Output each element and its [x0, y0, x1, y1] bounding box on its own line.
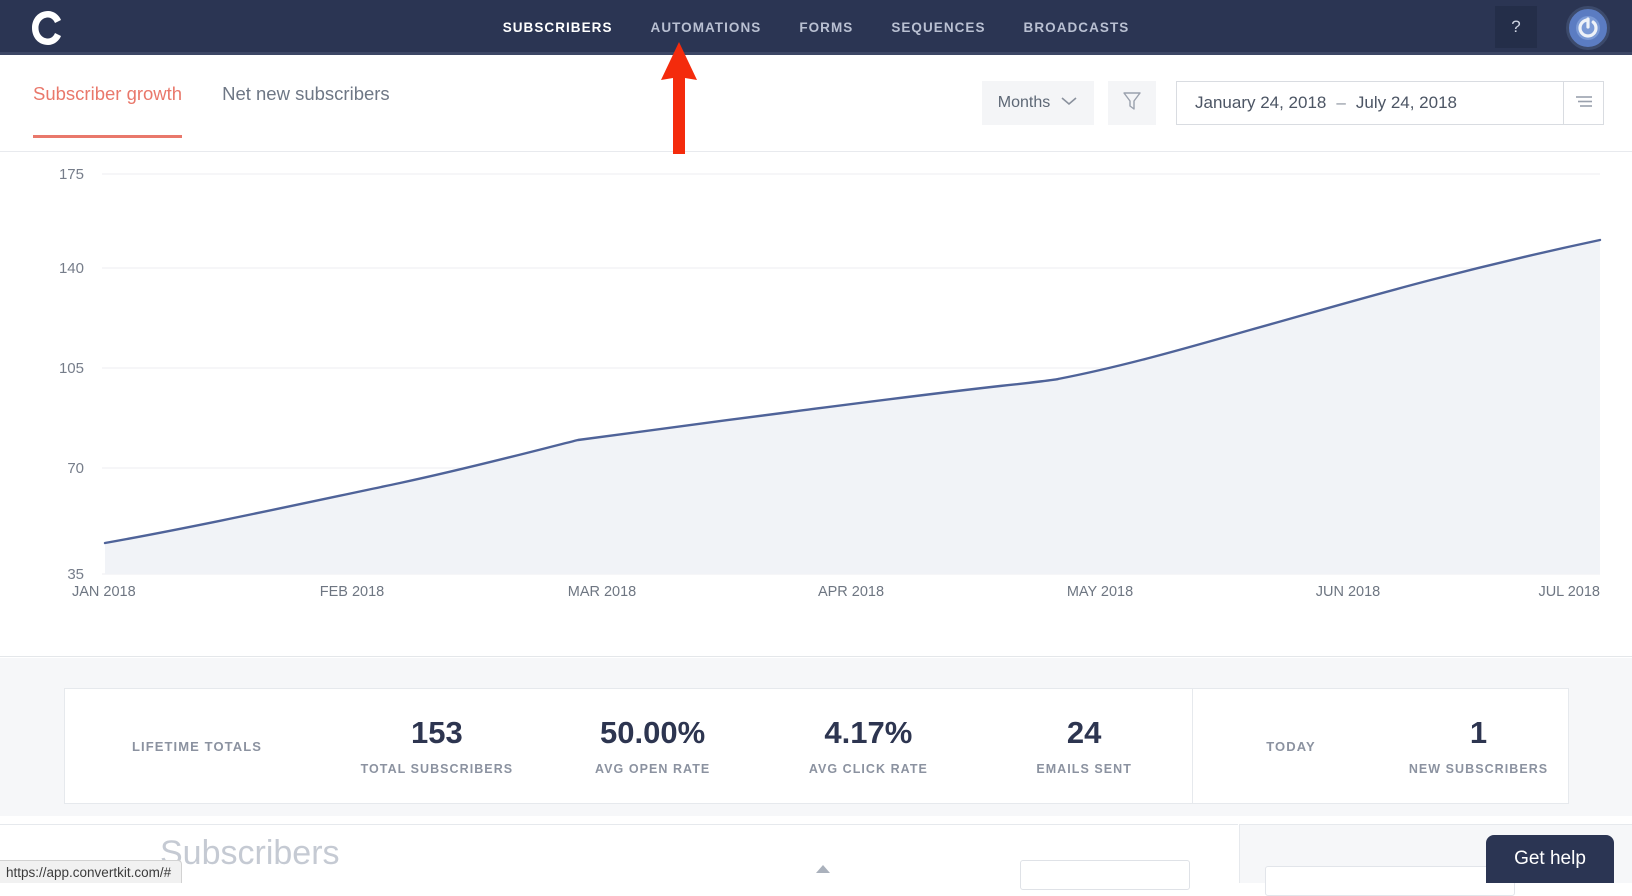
date-range-end: July 24, 2018 [1356, 93, 1457, 113]
y-tick-label: 175 [59, 166, 84, 183]
lifetime-totals-group: LIFETIME TOTALS 153 TOTAL SUBSCRIBERS 50… [65, 689, 1193, 803]
chevron-down-icon [1060, 94, 1078, 112]
granularity-select[interactable]: Months [982, 81, 1094, 125]
stat-caption: AVG OPEN RATE [545, 762, 761, 776]
list-options-button[interactable] [1564, 81, 1604, 125]
chart-canvas: 175 140 105 70 35 JAN 2018 FEB 2018 MAR … [0, 152, 1632, 657]
stat-caption: EMAILS SENT [976, 762, 1192, 776]
stat-avg-open-rate: 50.00% AVG OPEN RATE [545, 716, 761, 776]
stat-value: 50.00% [545, 716, 761, 750]
caret-up-icon[interactable] [815, 862, 831, 880]
subscriber-search-input[interactable] [1020, 860, 1190, 890]
x-tick-label: JUN 2018 [1316, 584, 1380, 600]
nav-link-subscribers[interactable]: SUBSCRIBERS [503, 20, 613, 35]
get-help-button[interactable]: Get help [1486, 835, 1614, 883]
stat-caption: NEW SUBSCRIBERS [1389, 762, 1568, 776]
x-tick-label: JUL 2018 [1538, 584, 1600, 600]
date-range-start: January 24, 2018 [1195, 93, 1326, 113]
stat-value: 4.17% [761, 716, 977, 750]
y-tick-label: 70 [67, 460, 84, 477]
x-tick-label: JAN 2018 [72, 584, 136, 600]
granularity-value: Months [998, 94, 1050, 112]
today-label: TODAY [1193, 739, 1389, 754]
x-tick-label: APR 2018 [818, 584, 884, 600]
chart-y-axis-labels: 175 140 105 70 35 [59, 166, 84, 583]
side-panel-field[interactable] [1265, 866, 1515, 896]
y-tick-label: 35 [67, 566, 84, 583]
stats-band: LIFETIME TOTALS 153 TOTAL SUBSCRIBERS 50… [0, 658, 1632, 816]
stat-value: 24 [976, 716, 1192, 750]
subscriber-growth-chart: 175 140 105 70 35 JAN 2018 FEB 2018 MAR … [0, 152, 1632, 657]
chart-area-fill [105, 240, 1600, 574]
y-tick-label: 105 [59, 360, 84, 377]
filter-funnel-icon [1122, 90, 1142, 117]
today-totals-group: TODAY 1 NEW SUBSCRIBERS [1193, 689, 1568, 803]
list-lines-icon [1574, 94, 1594, 113]
stat-avg-click-rate: 4.17% AVG CLICK RATE [761, 716, 977, 776]
stat-value: 1 [1389, 716, 1568, 750]
x-tick-label: MAR 2018 [568, 584, 637, 600]
tab-net-new-subscribers[interactable]: Net new subscribers [222, 83, 390, 135]
toolbar-controls: Months January 24, 2018 – July 24, 2018 [982, 81, 1604, 125]
stats-card: LIFETIME TOTALS 153 TOTAL SUBSCRIBERS 50… [64, 688, 1569, 804]
stat-caption: AVG CLICK RATE [761, 762, 977, 776]
x-tick-label: MAY 2018 [1067, 584, 1133, 600]
filter-button[interactable] [1108, 81, 1156, 125]
stat-caption: TOTAL SUBSCRIBERS [329, 762, 545, 776]
subscribers-heading: Subscribers [160, 834, 340, 873]
chart-x-axis-labels: JAN 2018 FEB 2018 MAR 2018 APR 2018 MAY … [72, 584, 1600, 600]
stat-value: 153 [329, 716, 545, 750]
stat-new-subscribers: 1 NEW SUBSCRIBERS [1389, 716, 1568, 776]
nav-link-broadcasts[interactable]: BROADCASTS [1024, 20, 1130, 35]
lower-page-section: Subscribers [0, 816, 1632, 883]
browser-status-url: https://app.convertkit.com/# [0, 860, 182, 883]
nav-link-forms[interactable]: FORMS [799, 20, 853, 35]
lifetime-totals-label: LIFETIME TOTALS [65, 739, 329, 754]
y-tick-label: 140 [59, 260, 84, 277]
chart-tab-group: Subscriber growth Net new subscribers [33, 83, 390, 138]
tab-subscriber-growth[interactable]: Subscriber growth [33, 83, 182, 138]
user-avatar-icon[interactable] [1566, 6, 1610, 50]
x-tick-label: FEB 2018 [320, 584, 385, 600]
top-navigation-bar: SUBSCRIBERS AUTOMATIONS FORMS SEQUENCES … [0, 0, 1632, 55]
date-range-input[interactable]: January 24, 2018 – July 24, 2018 [1176, 81, 1564, 125]
stat-emails-sent: 24 EMAILS SENT [976, 716, 1192, 776]
top-navigation-links: SUBSCRIBERS AUTOMATIONS FORMS SEQUENCES … [0, 0, 1632, 55]
stat-total-subscribers: 153 TOTAL SUBSCRIBERS [329, 716, 545, 776]
date-range-separator: – [1336, 93, 1345, 113]
nav-link-automations[interactable]: AUTOMATIONS [651, 20, 762, 35]
nav-link-sequences[interactable]: SEQUENCES [891, 20, 985, 35]
help-button[interactable]: ? [1495, 6, 1537, 48]
analytics-toolbar: Subscriber growth Net new subscribers Mo… [0, 55, 1632, 152]
